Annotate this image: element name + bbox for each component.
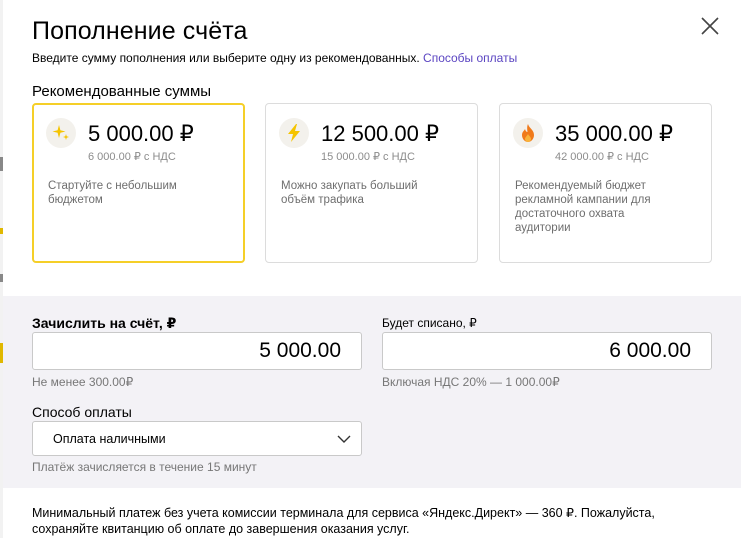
card-amount: 12 500.00 ₽: [321, 121, 439, 146]
recommended-card-12500[interactable]: 12 500.00 ₽ 15 000.00 ₽ с НДС Можно заку…: [265, 103, 478, 263]
card-amount: 5 000.00 ₽: [88, 121, 194, 146]
dialog-subtitle: Введите сумму пополнения или выберите од…: [32, 51, 517, 65]
card-description: Рекомендуемый бюджет рекламной кампании …: [515, 180, 651, 234]
payment-methods-link[interactable]: Способы оплаты: [423, 51, 517, 65]
debit-amount-input[interactable]: [382, 332, 712, 370]
credit-amount-label: Зачислить на счёт, ₽: [32, 315, 177, 331]
payment-method-label: Способ оплаты: [32, 404, 132, 420]
card-vat-amount: 6 000.00 ₽ с НДС: [88, 151, 176, 163]
credit-amount-input[interactable]: [32, 332, 362, 370]
dialog-title: Пополнение счёта: [32, 17, 248, 45]
close-icon[interactable]: [698, 14, 722, 38]
credit-amount-hint: Не менее 300.00₽: [32, 375, 134, 389]
fire-icon: [513, 118, 543, 148]
recommended-card-35000[interactable]: 35 000.00 ₽ 42 000.00 ₽ с НДС Рекомендуе…: [499, 103, 712, 263]
payment-method-value: Оплата наличными: [53, 432, 166, 446]
chevron-down-icon: [337, 435, 351, 443]
recommended-card-5000[interactable]: 5 000.00 ₽ 6 000.00 ₽ с НДС Стартуйте с …: [32, 103, 245, 263]
subtitle-text: Введите сумму пополнения или выберите од…: [32, 51, 420, 65]
close-button[interactable]: [698, 14, 722, 38]
card-vat-amount: 42 000.00 ₽ с НДС: [555, 151, 649, 163]
payment-method-select[interactable]: Оплата наличными: [32, 421, 362, 456]
debit-amount-hint: Включая НДС 20% — 1 000.00₽: [382, 375, 560, 389]
debit-amount-label: Будет списано, ₽: [382, 316, 477, 330]
card-description: Стартуйте с небольшим бюджетом: [48, 180, 177, 206]
card-amount: 35 000.00 ₽: [555, 121, 673, 146]
footer-note: Минимальный платеж без учета комиссии те…: [32, 506, 655, 536]
lightning-icon: [279, 118, 309, 148]
card-description: Можно закупать больший объём трафика: [281, 180, 418, 206]
payment-method-hint: Платёж зачисляется в течение 15 минут: [32, 460, 257, 474]
sparkles-icon: [46, 118, 76, 148]
recommended-amounts-label: Рекомендованные суммы: [32, 83, 212, 100]
card-vat-amount: 15 000.00 ₽ с НДС: [321, 151, 415, 163]
